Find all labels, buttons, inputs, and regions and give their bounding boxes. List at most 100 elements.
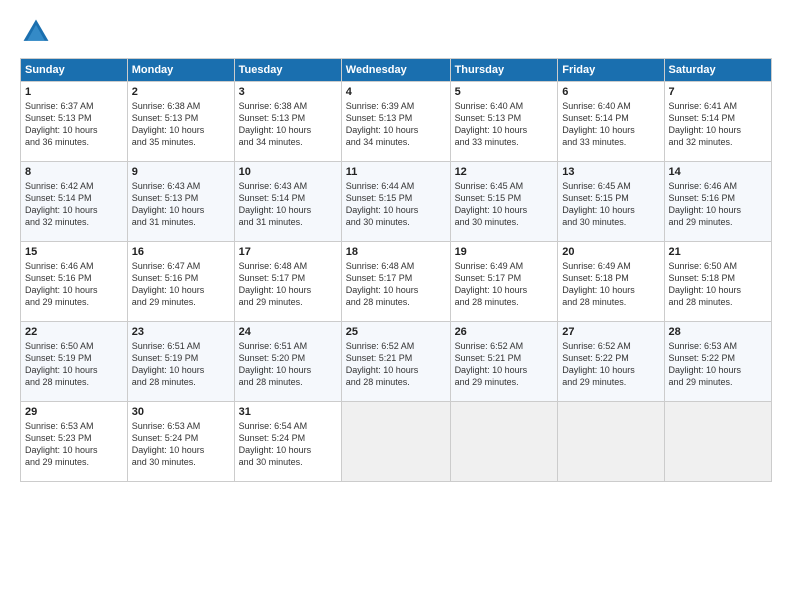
day-info: Sunrise: 6:38 AMSunset: 5:13 PMDaylight:…	[132, 100, 230, 149]
calendar-cell	[664, 402, 771, 482]
calendar-cell: 4 Sunrise: 6:39 AMSunset: 5:13 PMDaylight…	[341, 82, 450, 162]
calendar-cell: 19 Sunrise: 6:49 AMSunset: 5:17 PMDayligh…	[450, 242, 558, 322]
calendar-cell: 3 Sunrise: 6:38 AMSunset: 5:13 PMDaylight…	[234, 82, 341, 162]
day-info: Sunrise: 6:42 AMSunset: 5:14 PMDaylight:…	[25, 180, 123, 229]
day-info: Sunrise: 6:45 AMSunset: 5:15 PMDaylight:…	[562, 180, 659, 229]
day-number: 3	[239, 86, 337, 98]
calendar-row-4: 29 Sunrise: 6:53 AMSunset: 5:23 PMDayligh…	[21, 402, 772, 482]
day-number: 30	[132, 406, 230, 418]
day-number: 16	[132, 246, 230, 258]
calendar-cell: 31Sunrise: 6:54 AMSunset: 5:24 PMDayligh…	[234, 402, 341, 482]
day-number: 4	[346, 86, 446, 98]
header	[20, 16, 772, 48]
calendar-row-3: 22 Sunrise: 6:50 AMSunset: 5:19 PMDayligh…	[21, 322, 772, 402]
day-info: Sunrise: 6:37 AMSunset: 5:13 PMDaylight:…	[25, 100, 123, 149]
day-number: 18	[346, 246, 446, 258]
day-info: Sunrise: 6:51 AMSunset: 5:20 PMDaylight:…	[239, 340, 337, 389]
calendar-cell: 26 Sunrise: 6:52 AMSunset: 5:21 PMDayligh…	[450, 322, 558, 402]
day-info: Sunrise: 6:41 AMSunset: 5:14 PMDaylight:…	[669, 100, 767, 149]
day-number: 28	[669, 326, 767, 338]
calendar-cell: 10Sunrise: 6:43 AMSunset: 5:14 PMDayligh…	[234, 162, 341, 242]
day-info: Sunrise: 6:48 AMSunset: 5:17 PMDaylight:…	[346, 260, 446, 309]
day-info: Sunrise: 6:39 AMSunset: 5:13 PMDaylight:…	[346, 100, 446, 149]
day-number: 17	[239, 246, 337, 258]
day-info: Sunrise: 6:50 AMSunset: 5:19 PMDaylight:…	[25, 340, 123, 389]
calendar-row-2: 15Sunrise: 6:46 AMSunset: 5:16 PMDayligh…	[21, 242, 772, 322]
page: SundayMondayTuesdayWednesdayThursdayFrid…	[0, 0, 792, 612]
header-tuesday: Tuesday	[234, 59, 341, 82]
calendar-cell: 24 Sunrise: 6:51 AMSunset: 5:20 PMDayligh…	[234, 322, 341, 402]
calendar-cell: 25 Sunrise: 6:52 AMSunset: 5:21 PMDayligh…	[341, 322, 450, 402]
calendar-cell: 7Sunrise: 6:41 AMSunset: 5:14 PMDaylight…	[664, 82, 771, 162]
day-number: 31	[239, 406, 337, 418]
calendar-cell	[558, 402, 664, 482]
calendar-cell: 9 Sunrise: 6:43 AMSunset: 5:13 PMDaylight…	[127, 162, 234, 242]
calendar-cell: 15Sunrise: 6:46 AMSunset: 5:16 PMDayligh…	[21, 242, 128, 322]
header-monday: Monday	[127, 59, 234, 82]
day-number: 1	[25, 86, 123, 98]
calendar-cell: 20Sunrise: 6:49 AMSunset: 5:18 PMDayligh…	[558, 242, 664, 322]
calendar-header-row: SundayMondayTuesdayWednesdayThursdayFrid…	[21, 59, 772, 82]
day-number: 8	[25, 166, 123, 178]
calendar-cell	[341, 402, 450, 482]
calendar-row-0: 1 Sunrise: 6:37 AMSunset: 5:13 PMDaylight…	[21, 82, 772, 162]
day-number: 10	[239, 166, 337, 178]
calendar-cell: 2 Sunrise: 6:38 AMSunset: 5:13 PMDaylight…	[127, 82, 234, 162]
day-info: Sunrise: 6:49 AMSunset: 5:17 PMDaylight:…	[455, 260, 554, 309]
day-number: 25	[346, 326, 446, 338]
calendar-cell: 12Sunrise: 6:45 AMSunset: 5:15 PMDayligh…	[450, 162, 558, 242]
day-info: Sunrise: 6:47 AMSunset: 5:16 PMDaylight:…	[132, 260, 230, 309]
header-thursday: Thursday	[450, 59, 558, 82]
day-info: Sunrise: 6:44 AMSunset: 5:15 PMDaylight:…	[346, 180, 446, 229]
day-number: 24	[239, 326, 337, 338]
calendar-cell: 13 Sunrise: 6:45 AMSunset: 5:15 PMDayligh…	[558, 162, 664, 242]
day-number: 21	[669, 246, 767, 258]
calendar-cell: 22 Sunrise: 6:50 AMSunset: 5:19 PMDayligh…	[21, 322, 128, 402]
calendar-cell: 23Sunrise: 6:51 AMSunset: 5:19 PMDayligh…	[127, 322, 234, 402]
day-info: Sunrise: 6:53 AMSunset: 5:24 PMDaylight:…	[132, 420, 230, 469]
header-wednesday: Wednesday	[341, 59, 450, 82]
day-info: Sunrise: 6:50 AMSunset: 5:18 PMDaylight:…	[669, 260, 767, 309]
day-info: Sunrise: 6:52 AMSunset: 5:21 PMDaylight:…	[346, 340, 446, 389]
day-info: Sunrise: 6:40 AMSunset: 5:13 PMDaylight:…	[455, 100, 554, 149]
day-number: 9	[132, 166, 230, 178]
day-number: 5	[455, 86, 554, 98]
day-info: Sunrise: 6:43 AMSunset: 5:13 PMDaylight:…	[132, 180, 230, 229]
calendar-cell: 27Sunrise: 6:52 AMSunset: 5:22 PMDayligh…	[558, 322, 664, 402]
day-number: 14	[669, 166, 767, 178]
header-sunday: Sunday	[21, 59, 128, 82]
day-info: Sunrise: 6:38 AMSunset: 5:13 PMDaylight:…	[239, 100, 337, 149]
day-number: 26	[455, 326, 554, 338]
day-info: Sunrise: 6:40 AMSunset: 5:14 PMDaylight:…	[562, 100, 659, 149]
day-info: Sunrise: 6:46 AMSunset: 5:16 PMDaylight:…	[669, 180, 767, 229]
calendar-cell: 1 Sunrise: 6:37 AMSunset: 5:13 PMDaylight…	[21, 82, 128, 162]
day-number: 13	[562, 166, 659, 178]
day-number: 19	[455, 246, 554, 258]
day-info: Sunrise: 6:53 AMSunset: 5:23 PMDaylight:…	[25, 420, 123, 469]
day-info: Sunrise: 6:52 AMSunset: 5:21 PMDaylight:…	[455, 340, 554, 389]
day-number: 2	[132, 86, 230, 98]
calendar-cell: 17 Sunrise: 6:48 AMSunset: 5:17 PMDayligh…	[234, 242, 341, 322]
calendar-cell: 8 Sunrise: 6:42 AMSunset: 5:14 PMDaylight…	[21, 162, 128, 242]
calendar-cell: 28Sunrise: 6:53 AMSunset: 5:22 PMDayligh…	[664, 322, 771, 402]
calendar-row-1: 8 Sunrise: 6:42 AMSunset: 5:14 PMDaylight…	[21, 162, 772, 242]
logo-icon	[20, 16, 52, 48]
calendar-table: SundayMondayTuesdayWednesdayThursdayFrid…	[20, 58, 772, 482]
day-number: 20	[562, 246, 659, 258]
day-info: Sunrise: 6:51 AMSunset: 5:19 PMDaylight:…	[132, 340, 230, 389]
day-number: 27	[562, 326, 659, 338]
day-number: 15	[25, 246, 123, 258]
day-number: 11	[346, 166, 446, 178]
calendar-cell: 30 Sunrise: 6:53 AMSunset: 5:24 PMDayligh…	[127, 402, 234, 482]
calendar-cell: 11 Sunrise: 6:44 AMSunset: 5:15 PMDayligh…	[341, 162, 450, 242]
logo	[20, 16, 56, 48]
day-number: 29	[25, 406, 123, 418]
day-number: 22	[25, 326, 123, 338]
day-info: Sunrise: 6:45 AMSunset: 5:15 PMDaylight:…	[455, 180, 554, 229]
calendar-cell: 6 Sunrise: 6:40 AMSunset: 5:14 PMDaylight…	[558, 82, 664, 162]
day-info: Sunrise: 6:48 AMSunset: 5:17 PMDaylight:…	[239, 260, 337, 309]
calendar-cell	[450, 402, 558, 482]
calendar-cell: 18 Sunrise: 6:48 AMSunset: 5:17 PMDayligh…	[341, 242, 450, 322]
day-number: 6	[562, 86, 659, 98]
calendar-cell: 5 Sunrise: 6:40 AMSunset: 5:13 PMDaylight…	[450, 82, 558, 162]
